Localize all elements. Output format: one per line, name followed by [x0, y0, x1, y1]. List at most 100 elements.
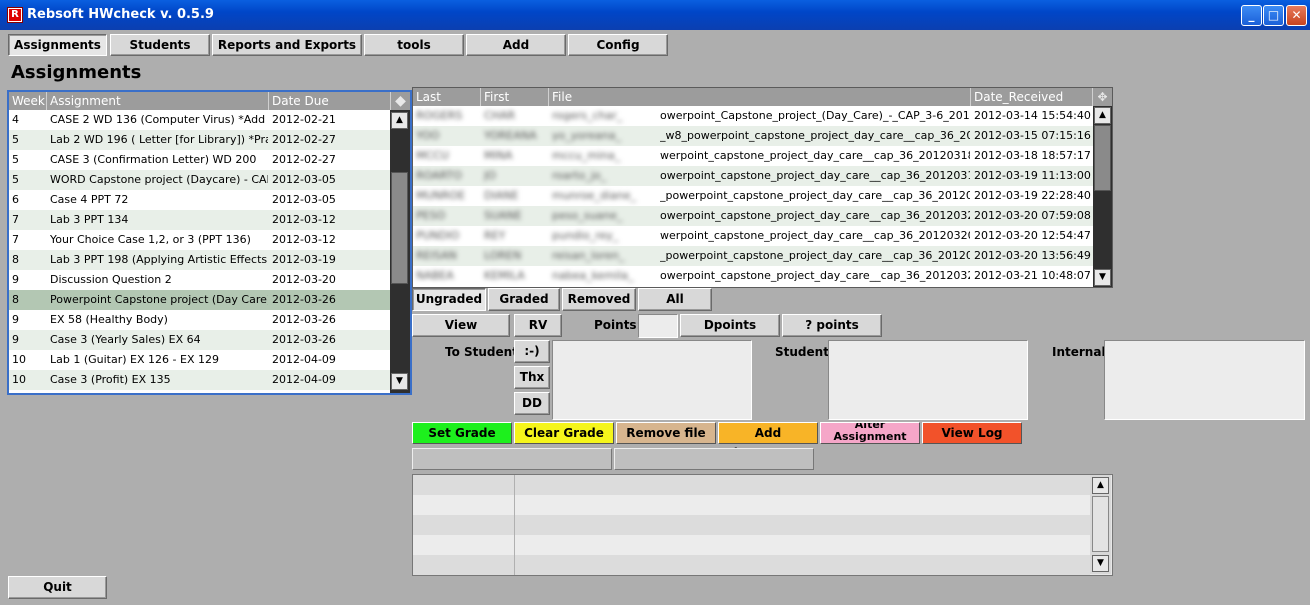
column-header-first-name[interactable]: First Name [481, 88, 549, 122]
table-row[interactable]: PESO SUANE peso_suane_ owerpoint_capstone_p… [413, 206, 1093, 226]
add-icomment-button[interactable]: Add iComment [718, 422, 818, 460]
column-header-date-due[interactable]: Date Due [269, 92, 391, 110]
clear-grade-button[interactable]: Clear Grade [514, 422, 614, 444]
to-student-label: To Student: [445, 345, 523, 359]
menu-assignments[interactable]: Assignments [8, 34, 107, 56]
scroll-thumb[interactable] [1094, 125, 1111, 191]
set-grade-button[interactable]: Set Grade [412, 422, 512, 444]
menu-tools[interactable]: tools [364, 34, 464, 56]
cell-week: 8 [12, 293, 19, 306]
menu-students[interactable]: Students [110, 34, 210, 56]
internal-label: Internal: [1052, 345, 1111, 359]
view-button[interactable]: View [412, 314, 510, 337]
cell-date-received: 2012-03-19 22:28:40 [974, 189, 1091, 202]
table-row[interactable]: 6 Case 4 PPT 72 2012-03-05 [9, 190, 390, 210]
table-corner: ◆ [391, 92, 410, 110]
cell-assignment: Discussion Question 2 [50, 273, 172, 286]
scroll-up-icon[interactable]: ▲ [1094, 107, 1111, 124]
table-row[interactable]: MCCU MINA mccu_mina_ werpoint_capstone_proj… [413, 146, 1093, 166]
points-input[interactable] [638, 314, 678, 338]
rv-button[interactable]: RV [514, 314, 562, 337]
cell-last-name: PUNDIO [416, 229, 460, 242]
student-label: Student: [775, 345, 834, 359]
cell-file: werpoint_capstone_project_day_care__cap_… [660, 149, 970, 162]
scroll-down-icon[interactable]: ▼ [1092, 555, 1109, 572]
cell-file-prefix: reisan_loren_ [552, 249, 625, 262]
table-row[interactable]: 7 Your Choice Case 1,2, or 3 (PPT 136) 201… [9, 230, 390, 250]
cell-date-received: 2012-03-21 10:48:07 [974, 269, 1091, 282]
dd-button[interactable]: DD [514, 392, 550, 415]
to-student-textarea[interactable] [552, 340, 752, 420]
assignments-scrollbar[interactable]: ▲ ▼ [390, 110, 410, 393]
table-row[interactable]: PUNDIO REY pundio_rey_ werpoint_capstone_pr… [413, 226, 1093, 246]
table-row[interactable]: 9 EX 58 (Healthy Body) 2012-03-26 [9, 310, 390, 330]
table-row[interactable]: 7 Lab 3 PPT 134 2012-03-12 [9, 210, 390, 230]
minimize-button[interactable]: _ [1241, 5, 1262, 26]
dpoints-button[interactable]: Dpoints [680, 314, 780, 337]
diamond-icon: ◆ [395, 93, 406, 109]
scroll-down-icon[interactable]: ▼ [1094, 269, 1111, 286]
cell-first-name: LOREN [484, 249, 522, 262]
cell-first-name: KEMILA [484, 269, 525, 282]
internal-textarea[interactable] [1104, 340, 1305, 420]
table-row[interactable]: 8 Lab 3 PPT 198 (Applying Artistic Effect… [9, 250, 390, 270]
close-button[interactable]: ✕ [1286, 5, 1307, 26]
cell-file: owerpoint_Capstone_project_(Day_Care)_-_… [660, 109, 970, 122]
alter-assignment-button[interactable]: Alter Assignment [820, 422, 920, 444]
pin-icon: ✥ [1097, 90, 1108, 104]
table-row[interactable]: 5 CASE 3 (Confirmation Letter) WD 200 2012… [9, 150, 390, 170]
assignments-table-header: Week Assignment Date Due [9, 92, 391, 110]
table-row[interactable]: ROGERS CHAR rogers_char_ owerpoint_Capstone… [413, 106, 1093, 126]
cell-date-due: 2012-04-09 [272, 373, 336, 386]
quit-button[interactable]: Quit [8, 576, 107, 599]
thx-button[interactable]: Thx [514, 366, 550, 389]
cell-date-received: 2012-03-14 15:54:40 [974, 109, 1091, 122]
table-row[interactable]: 8 Powerpoint Capstone project (Day Care) … [9, 290, 390, 310]
table-row[interactable]: NABEA KEMILA nabea_kemila_ owerpoint_capsto… [413, 266, 1093, 286]
column-header-week[interactable]: Week [9, 92, 47, 110]
scroll-up-icon[interactable]: ▲ [1092, 477, 1109, 494]
table-row[interactable]: 9 Discussion Question 2 2012-03-20 [9, 270, 390, 290]
scroll-thumb[interactable] [1092, 496, 1109, 552]
submissions-scrollbar[interactable]: ▲ ▼ [1093, 106, 1112, 287]
table-row[interactable]: 5 WORD Capstone project (Daycare) - CAP 2… [9, 170, 390, 190]
student-textarea[interactable] [828, 340, 1028, 420]
table-row[interactable]: YOO YOREANA yo_yoreana_ _w8_powerpoint_caps… [413, 126, 1093, 146]
table-row[interactable]: ROARTO JO roarto_jo_ owerpoint_capstone_pro… [413, 166, 1093, 186]
menu-reports-and-exports[interactable]: Reports and Exports [212, 34, 362, 56]
view-log-button[interactable]: View Log [922, 422, 1022, 444]
cell-first-name: MINA [484, 149, 513, 162]
question-points-button[interactable]: ? points [782, 314, 882, 337]
table-row[interactable]: 10 Lab 1 (Guitar) EX 126 - EX 129 2012-04-… [9, 350, 390, 370]
column-header-file[interactable]: File [549, 88, 971, 106]
tab-all[interactable]: All [638, 288, 712, 311]
tab-ungraded[interactable]: Ungraded [412, 288, 486, 311]
column-header-last-name[interactable]: Last Name [413, 88, 481, 122]
tab-removed[interactable]: Removed [562, 288, 636, 311]
table-row[interactable]: 5 Lab 2 WD 196 ( Letter [for Library]) *P… [9, 130, 390, 150]
cell-date-due: 2012-03-12 [272, 233, 336, 246]
scroll-thumb[interactable] [391, 172, 408, 284]
cell-assignment: Lab 3 PPT 198 (Applying Artistic Effects… [50, 253, 268, 266]
menu-config[interactable]: Config [568, 34, 668, 56]
status-field-left [412, 448, 612, 470]
cell-week: 5 [12, 153, 19, 166]
table-row[interactable]: MUNROE DIANE munroe_diane_ _powerpoint_caps… [413, 186, 1093, 206]
cell-assignment: Your Choice Case 1,2, or 3 (PPT 136) [50, 233, 251, 246]
table-row[interactable]: 10 Case 3 (Profit) EX 135 2012-04-09 [9, 370, 390, 390]
log-scrollbar[interactable]: ▲ ▼ [1090, 475, 1111, 574]
tab-graded[interactable]: Graded [488, 288, 560, 311]
scroll-up-icon[interactable]: ▲ [391, 112, 408, 129]
table-row[interactable]: 9 Case 3 (Yearly Sales) EX 64 2012-03-26 [9, 330, 390, 350]
scroll-down-icon[interactable]: ▼ [391, 373, 408, 390]
cell-week: 5 [12, 173, 19, 186]
table-row[interactable]: REISAN LOREN reisan_loren_ _powerpoint_caps… [413, 246, 1093, 266]
column-header-date-received[interactable]: Date_Received [971, 88, 1093, 106]
remove-file-button[interactable]: Remove file [616, 422, 716, 444]
menu-add[interactable]: Add [466, 34, 566, 56]
smiley-button[interactable]: :-) [514, 340, 550, 363]
maximize-button[interactable]: □ [1263, 5, 1284, 26]
column-header-assignment[interactable]: Assignment [47, 92, 269, 110]
cell-week: 9 [12, 333, 19, 346]
table-row[interactable]: 4 CASE 2 WD 136 (Computer Virus) *Add ano… [9, 110, 390, 130]
